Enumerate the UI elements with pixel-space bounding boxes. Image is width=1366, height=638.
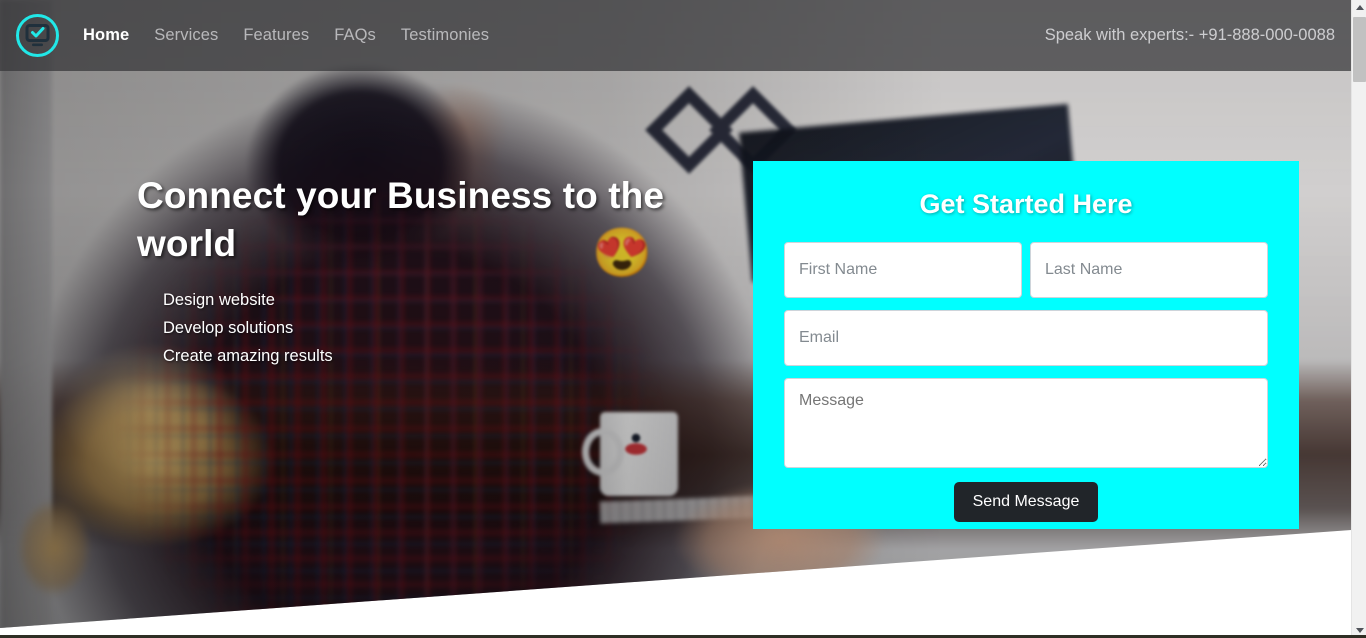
top-navigation-bar: Home Services Features FAQs Testimonies … — [0, 0, 1351, 71]
nav-link-home[interactable]: Home — [83, 26, 129, 44]
nav-links: Home Services Features FAQs Testimonies — [83, 26, 489, 45]
nav-item-faqs[interactable]: FAQs — [334, 26, 376, 45]
scroll-up-button[interactable] — [1352, 0, 1366, 15]
form-heading: Get Started Here — [919, 189, 1133, 219]
nav-link-features[interactable]: Features — [243, 26, 309, 44]
hero-list-item: Develop solutions — [163, 319, 294, 337]
scrollbar-thumb[interactable] — [1353, 17, 1366, 82]
submit-row: Send Message — [784, 482, 1268, 522]
get-started-form-card: Get Started Here Send Message — [753, 161, 1299, 529]
hero-list-item: Create amazing results — [163, 347, 333, 365]
contact-phone-text[interactable]: Speak with experts:- +91-888-000-0088 — [1045, 26, 1335, 45]
nav-item-home[interactable]: Home — [83, 26, 129, 45]
email-row — [784, 310, 1268, 366]
hero-heading: Connect your Business to the world — [137, 175, 665, 264]
vertical-scrollbar[interactable] — [1351, 0, 1366, 638]
hero-list-item: Design website — [163, 291, 275, 309]
message-textarea[interactable] — [784, 378, 1268, 468]
email-input[interactable] — [784, 310, 1268, 366]
nav-item-services[interactable]: Services — [154, 26, 218, 45]
page-content: 😍 Home Service — [0, 0, 1351, 638]
nav-item-testimonies[interactable]: Testimonies — [401, 26, 489, 45]
nav-item-features[interactable]: Features — [243, 26, 309, 45]
browser-viewport: 😍 Home Service — [0, 0, 1366, 638]
chevron-down-icon — [1355, 628, 1364, 633]
first-name-input[interactable] — [784, 242, 1022, 298]
nav-link-faqs[interactable]: FAQs — [334, 26, 376, 44]
name-row — [784, 242, 1268, 298]
hero-feature-list: Design website Develop solutions Create … — [137, 286, 697, 370]
last-name-input[interactable] — [1030, 242, 1268, 298]
hero-text-block: Connect your Business to the world Desig… — [137, 172, 697, 370]
send-message-button[interactable]: Send Message — [953, 482, 1099, 522]
nav-link-testimonies[interactable]: Testimonies — [401, 26, 489, 44]
chevron-up-icon — [1355, 5, 1364, 10]
logo-monitor-check-icon[interactable] — [16, 14, 59, 57]
nav-link-services[interactable]: Services — [154, 26, 218, 44]
